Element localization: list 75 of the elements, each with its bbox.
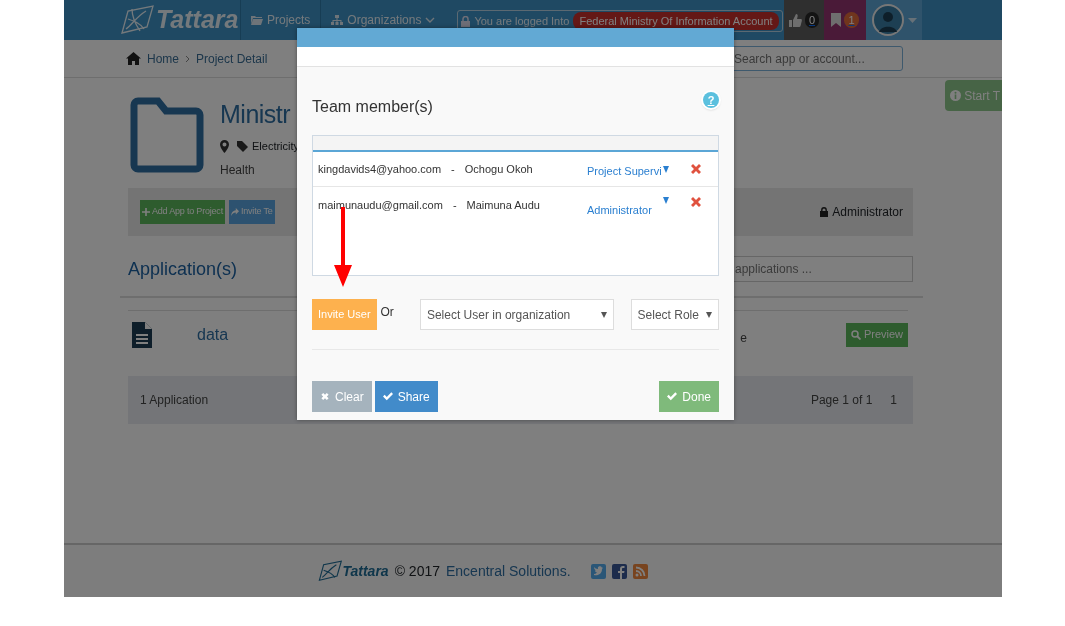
facebook-icon[interactable] [611,563,627,579]
role-label: Administrator [832,204,903,221]
action-button[interactable]: Add App to Project [140,200,225,224]
app-name[interactable]: data [197,322,229,347]
page-link[interactable]: 1 [890,391,897,409]
separator-text: - [452,198,457,213]
folder-icon [130,96,204,174]
plus-icon [142,208,150,216]
app-cell-text: e [740,329,747,347]
logo-icon [318,560,343,582]
account-badge: Federal Ministry Of Information Account [573,11,779,31]
breadcrumb-link[interactable]: Project Detail [196,49,268,68]
page-info: Page 1 of 1 [810,392,873,409]
check-icon [382,392,393,401]
member-name: Ochogu Okoh [464,161,533,177]
lock-icon [461,15,471,27]
caret-icon [907,17,917,23]
caret-icon [663,165,669,173]
member-email: maimunaudu@gmail.com [318,198,443,213]
rss-icon[interactable] [632,563,648,579]
bookmark-icon [831,13,842,27]
modal-title: Team member(s) [312,97,433,117]
remove-icon[interactable] [691,197,701,207]
folder-icon [251,15,263,25]
member-email: kingdavids4@yahoo.com [318,161,442,177]
search-icon [850,329,861,340]
separator-text: - [451,161,455,177]
project-title: Ministr [220,99,292,130]
modal-button[interactable]: Clear [312,381,372,412]
share-arrow-icon [230,208,239,216]
check-icon [667,392,678,401]
remove-icon[interactable] [691,164,701,174]
project-tag: Electricity [252,138,300,155]
caret-icon [600,311,607,318]
sitemap-icon [331,15,344,25]
count-badge: 0 [804,11,820,29]
footer-brand: Tattara [342,561,389,581]
caret-icon [663,197,669,204]
login-text: You are logged Into [474,13,570,29]
company-link[interactable]: Encentral Solutions. [446,560,571,582]
chevron-right-icon [185,54,190,63]
done-button[interactable]: Done [659,381,719,412]
invite-user-button[interactable]: Invite User [312,299,377,330]
brand-name[interactable]: Tattara [156,1,239,39]
avatar [871,4,904,36]
close-icon [320,392,330,401]
copyright-text: © 2017 [394,561,440,581]
user-menu[interactable] [866,0,922,40]
action-button[interactable]: Invite Te [228,200,275,224]
result-count: 1 Application [140,392,209,409]
select-field[interactable]: Select Role [630,299,719,330]
bookmarks-button[interactable]: 1 [824,0,866,40]
home-icon [126,52,141,65]
count-badge: 1 [844,11,859,29]
role-select[interactable]: Project Supervi [587,162,663,180]
map-pin-icon [220,139,229,153]
breadcrumb-link[interactable]: Home [147,49,179,68]
lock-icon [820,207,829,217]
project-category: Health [220,161,256,179]
section-heading: Application(s) [128,257,238,281]
caret-icon [706,311,712,318]
role-select[interactable]: Administrator [587,202,663,219]
modal-button[interactable]: Share [374,381,438,412]
logo-icon [120,5,154,35]
thumbs-up-icon [788,13,802,27]
info-icon [950,90,962,101]
tag-icon [237,140,248,152]
document-icon [132,321,152,348]
twitter-icon[interactable] [590,563,606,579]
help-button[interactable]: ? [703,92,719,108]
member-name: Maimuna Audu [466,198,540,213]
likes-button[interactable]: 0 [784,0,824,40]
select-field[interactable]: Select User in organization [419,299,614,330]
preview-button[interactable]: Preview [845,322,908,347]
or-text: Or [380,304,394,321]
